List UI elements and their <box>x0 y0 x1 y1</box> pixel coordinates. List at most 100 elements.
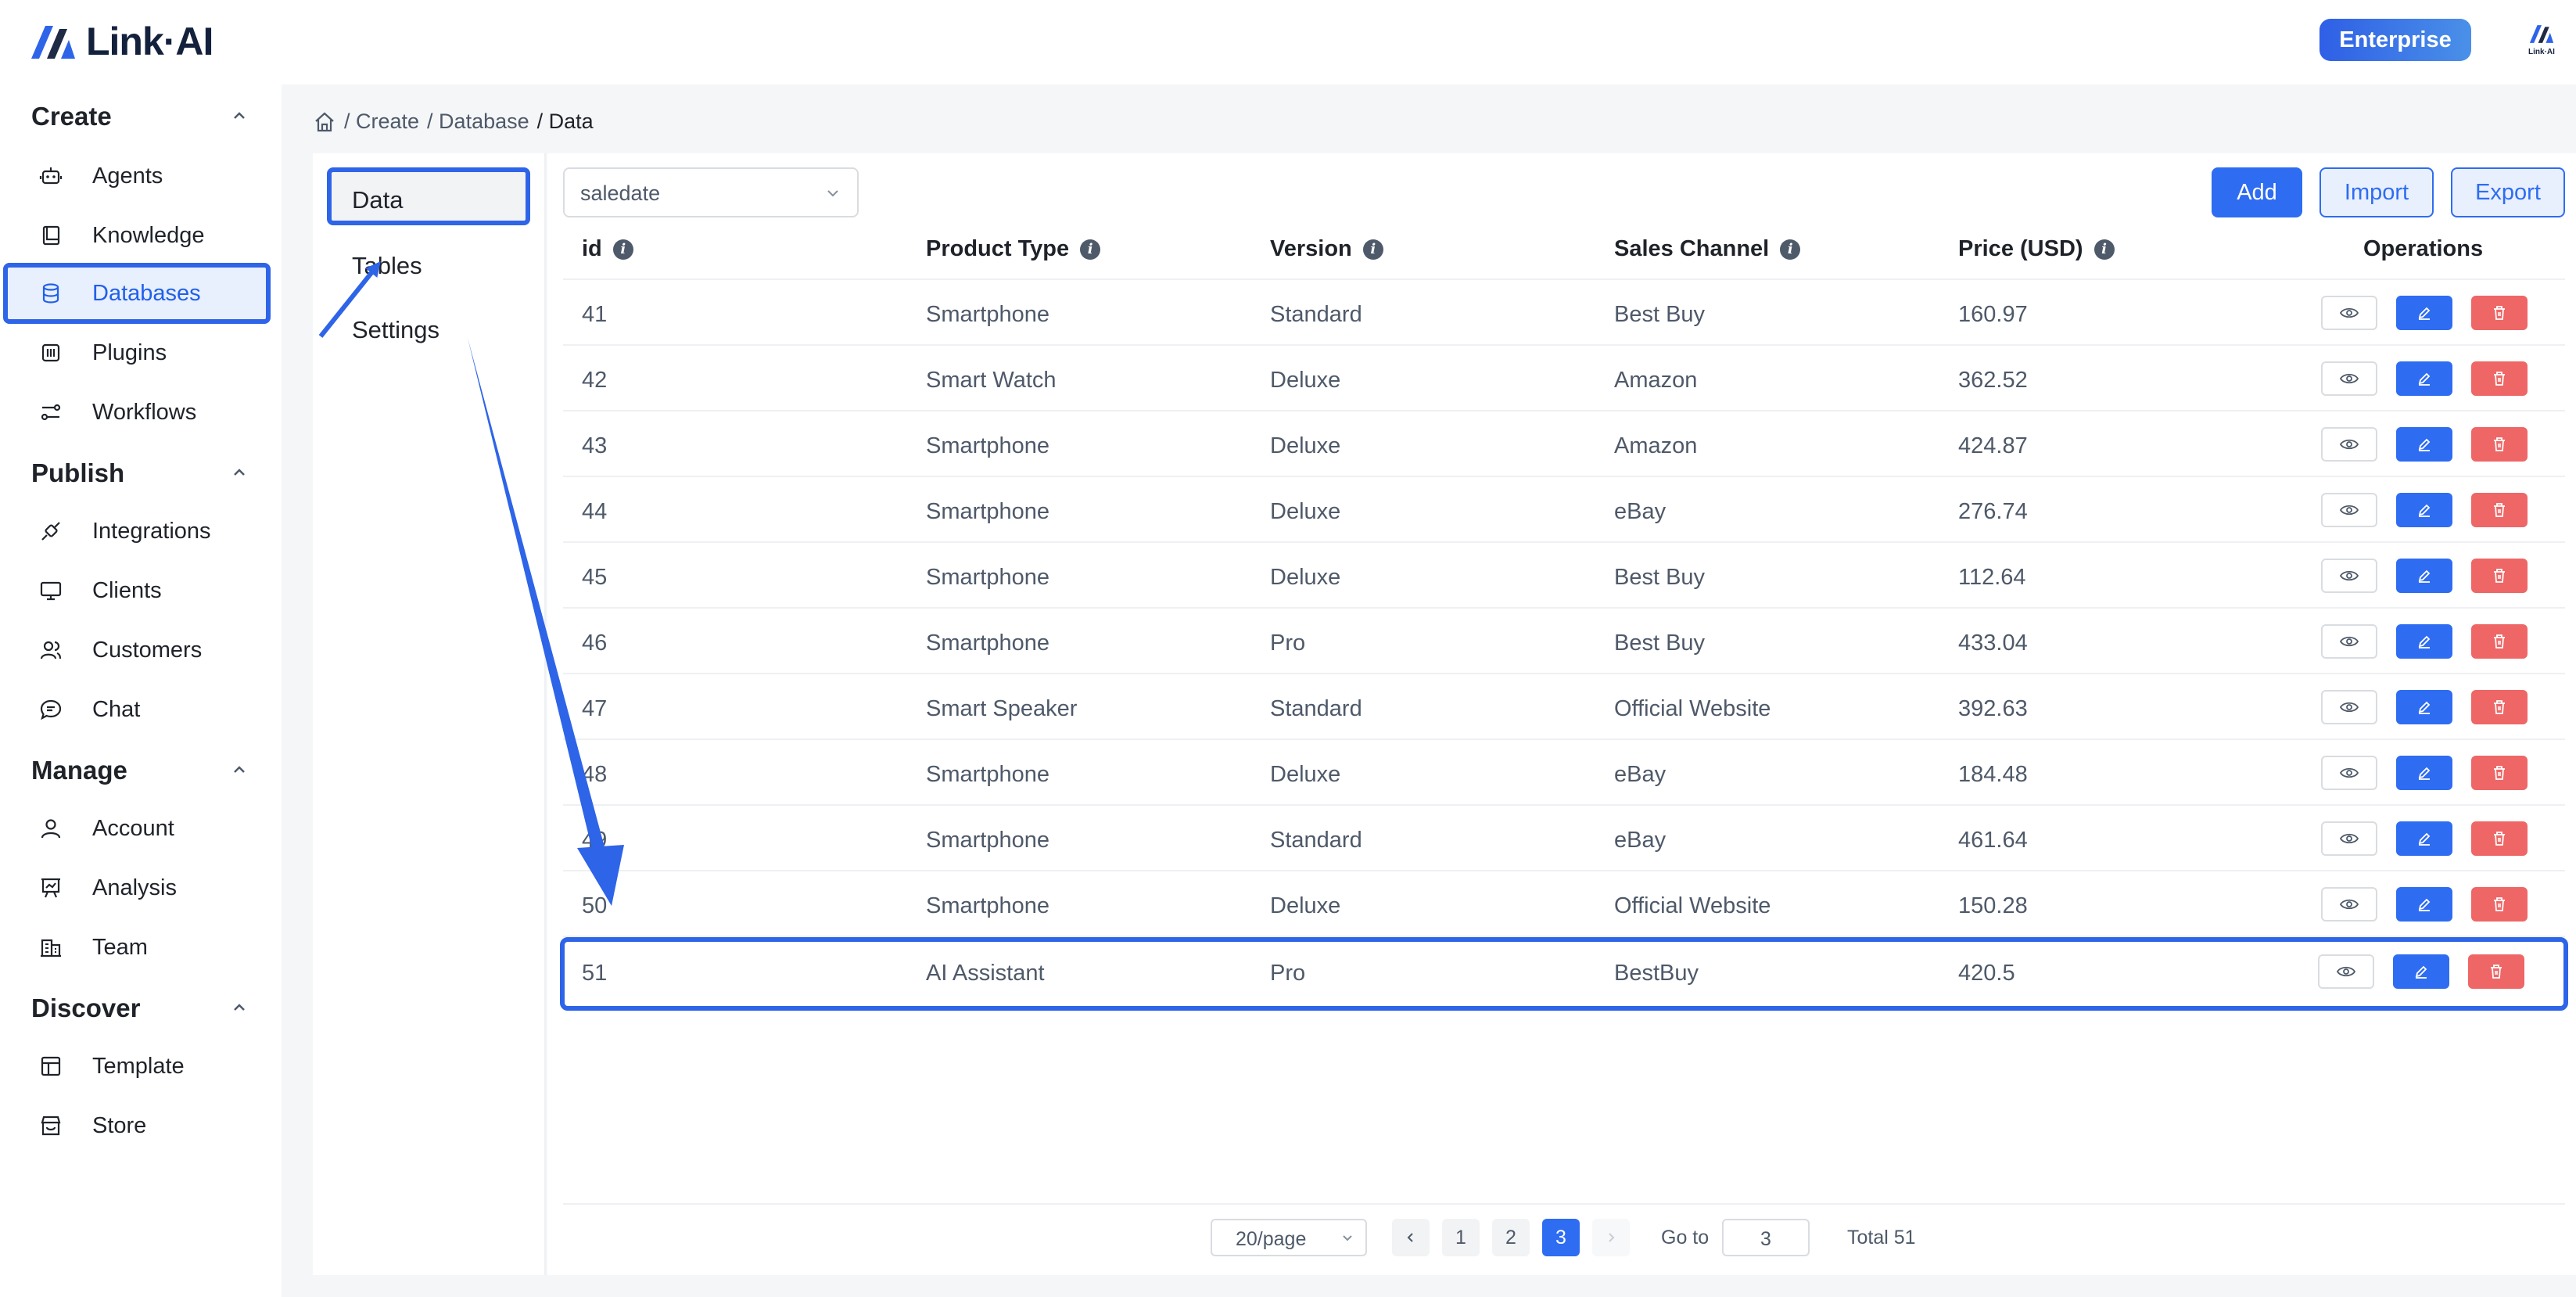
breadcrumb-database[interactable]: / Database <box>427 110 529 134</box>
chevron-up-icon[interactable] <box>228 997 250 1019</box>
page-button-1[interactable]: 1 <box>1442 1219 1480 1256</box>
view-button[interactable] <box>2321 361 2377 396</box>
prev-page-button[interactable] <box>1392 1219 1430 1256</box>
home-icon[interactable] <box>313 110 336 134</box>
tab-tables[interactable]: Tables <box>352 252 422 280</box>
edit-button[interactable] <box>2396 559 2452 593</box>
plugin-icon <box>41 343 60 362</box>
view-button[interactable] <box>2321 559 2377 593</box>
cell-id: 51 <box>582 961 608 986</box>
info-icon[interactable]: i <box>612 239 633 260</box>
delete-button[interactable] <box>2471 559 2528 593</box>
field-select[interactable]: saledate <box>563 167 859 217</box>
sidebar-item-databases[interactable]: Databases <box>3 263 271 324</box>
delete-button[interactable] <box>2471 493 2528 527</box>
mini-logo-text: Link·AI <box>2528 48 2555 56</box>
column-header-product-type[interactable]: Product Type i <box>926 236 1101 262</box>
delete-button[interactable] <box>2471 361 2528 396</box>
next-page-button[interactable] <box>1592 1219 1630 1256</box>
edit-button[interactable] <box>2396 493 2452 527</box>
trash-icon <box>2494 700 2505 714</box>
info-icon[interactable]: i <box>2093 239 2115 260</box>
edit-button[interactable] <box>2396 821 2452 856</box>
goto-page-input[interactable]: 3 <box>1722 1219 1810 1256</box>
chevron-up-icon[interactable] <box>228 462 250 483</box>
page-button-3[interactable]: 3 <box>1542 1219 1580 1256</box>
view-button[interactable] <box>2321 427 2377 462</box>
chevron-up-icon[interactable] <box>228 105 250 127</box>
edit-icon <box>2418 701 2431 714</box>
view-button[interactable] <box>2321 493 2377 527</box>
sidebar-item-agents[interactable]: Agents <box>3 147 271 205</box>
view-button[interactable] <box>2321 624 2377 659</box>
cell-version: Standard <box>1270 302 1362 327</box>
info-icon[interactable]: i <box>1080 239 1101 260</box>
sidebar-item-clients[interactable]: Clients <box>3 562 271 620</box>
cell-product-type: Smartphone <box>926 762 1049 787</box>
delete-button[interactable] <box>2471 821 2528 856</box>
sidebar-item-plugins[interactable]: Plugins <box>3 324 271 382</box>
chevron-up-icon[interactable] <box>228 759 250 781</box>
delete-button[interactable] <box>2471 690 2528 724</box>
sidebar-item-team[interactable]: Team <box>3 918 271 976</box>
column-header-version[interactable]: Version i <box>1270 236 1383 262</box>
delete-button[interactable] <box>2468 954 2524 989</box>
edit-button[interactable] <box>2396 887 2452 922</box>
sidebar-item-knowledge[interactable]: Knowledge <box>3 207 271 264</box>
sidebar-item-integrations[interactable]: Integrations <box>3 502 271 560</box>
edit-button[interactable] <box>2393 954 2449 989</box>
row-operations <box>2321 559 2528 593</box>
page-size-select[interactable]: 20/page <box>1211 1219 1367 1256</box>
view-button[interactable] <box>2321 756 2377 790</box>
sidebar-item-customers[interactable]: Customers <box>3 621 271 679</box>
edit-button[interactable] <box>2396 296 2452 330</box>
delete-button[interactable] <box>2471 296 2528 330</box>
sidebar-item-chat[interactable]: Chat <box>3 681 271 738</box>
edit-button[interactable] <box>2396 690 2452 724</box>
edit-button[interactable] <box>2396 361 2452 396</box>
table-row: 46 Smartphone Pro Best Buy 433.04 <box>563 609 2565 674</box>
delete-button[interactable] <box>2471 427 2528 462</box>
delete-button[interactable] <box>2471 624 2528 659</box>
sidebar-item-account[interactable]: Account <box>3 799 271 857</box>
chevron-down-icon <box>1343 1235 1352 1241</box>
sidebar-item-analysis[interactable]: Analysis <box>3 859 271 917</box>
edit-button[interactable] <box>2396 624 2452 659</box>
section-title-manage[interactable]: Manage <box>31 756 127 785</box>
cell-id: 42 <box>582 368 608 393</box>
chevron-down-icon <box>827 190 838 197</box>
edit-button[interactable] <box>2396 756 2452 790</box>
view-button[interactable] <box>2321 821 2377 856</box>
page-button-2[interactable]: 2 <box>1492 1219 1530 1256</box>
breadcrumb-create[interactable]: / Create <box>344 110 419 134</box>
delete-button[interactable] <box>2471 756 2528 790</box>
column-header-id[interactable]: id i <box>582 236 633 262</box>
export-button[interactable]: Export <box>2451 167 2565 217</box>
sidebar-item-workflows[interactable]: Workflows <box>3 383 271 441</box>
sidebar-item-template[interactable]: Template <box>3 1037 271 1095</box>
view-button[interactable] <box>2321 887 2377 922</box>
brand-logo[interactable]: Link·AI <box>30 19 213 64</box>
section-title-create[interactable]: Create <box>31 102 112 131</box>
column-header-price[interactable]: Price (USD) i <box>1958 236 2115 262</box>
delete-button[interactable] <box>2471 887 2528 922</box>
edit-button[interactable] <box>2396 427 2452 462</box>
enterprise-button[interactable]: Enterprise <box>2319 19 2471 61</box>
add-button[interactable]: Add <box>2212 167 2302 217</box>
section-title-publish[interactable]: Publish <box>31 458 124 488</box>
info-icon[interactable]: i <box>1780 239 1801 260</box>
cell-id: 49 <box>582 828 608 853</box>
user-avatar[interactable]: Link·AI <box>2524 23 2559 58</box>
info-icon[interactable]: i <box>1362 239 1383 260</box>
column-header-sales-channel[interactable]: Sales Channel i <box>1614 236 1801 262</box>
section-title-discover[interactable]: Discover <box>31 993 140 1023</box>
view-button[interactable] <box>2318 954 2374 989</box>
import-button[interactable]: Import <box>2319 167 2434 217</box>
tab-settings[interactable]: Settings <box>352 316 439 344</box>
tab-data[interactable]: Data <box>327 167 530 225</box>
table-row: 42 Smart Watch Deluxe Amazon 362.52 <box>563 346 2565 411</box>
view-button[interactable] <box>2321 296 2377 330</box>
cell-version: Standard <box>1270 696 1362 721</box>
sidebar-item-store[interactable]: Store <box>3 1097 271 1155</box>
view-button[interactable] <box>2321 690 2377 724</box>
